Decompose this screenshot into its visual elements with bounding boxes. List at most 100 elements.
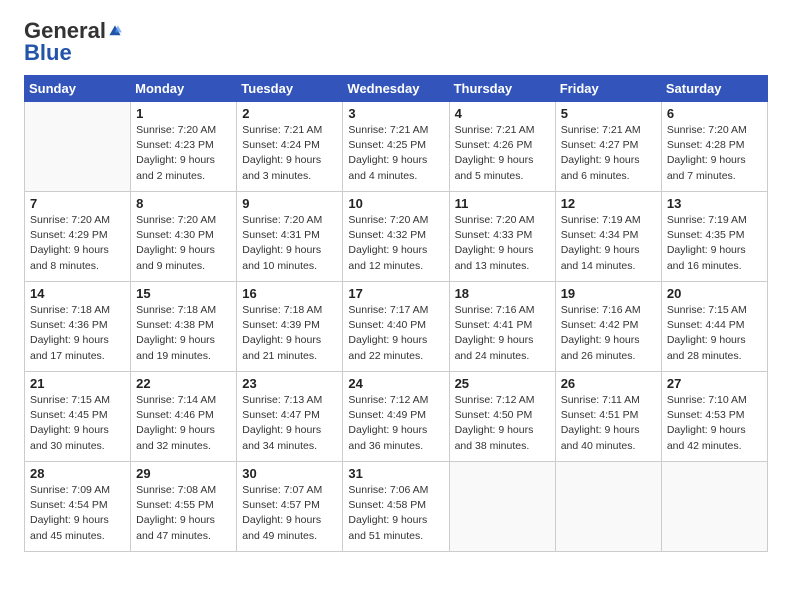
calendar-cell: 10 Sunrise: 7:20 AMSunset: 4:32 PMDayligh… [343, 192, 449, 282]
day-number: 2 [242, 106, 337, 121]
calendar-cell: 22 Sunrise: 7:14 AMSunset: 4:46 PMDayligh… [131, 372, 237, 462]
day-detail: Sunrise: 7:16 AMSunset: 4:41 PMDaylight:… [455, 303, 550, 364]
calendar-cell: 26 Sunrise: 7:11 AMSunset: 4:51 PMDayligh… [555, 372, 661, 462]
day-detail: Sunrise: 7:17 AMSunset: 4:40 PMDaylight:… [348, 303, 443, 364]
day-detail: Sunrise: 7:11 AMSunset: 4:51 PMDaylight:… [561, 393, 656, 454]
day-number: 24 [348, 376, 443, 391]
weekday-header: Thursday [449, 76, 555, 102]
day-detail: Sunrise: 7:20 AMSunset: 4:30 PMDaylight:… [136, 213, 231, 274]
day-number: 4 [455, 106, 550, 121]
calendar-cell [555, 462, 661, 552]
calendar-cell: 31 Sunrise: 7:06 AMSunset: 4:58 PMDayligh… [343, 462, 449, 552]
logo: General Blue [24, 20, 122, 65]
calendar-cell [661, 462, 767, 552]
day-detail: Sunrise: 7:09 AMSunset: 4:54 PMDaylight:… [30, 483, 125, 544]
day-number: 21 [30, 376, 125, 391]
calendar-cell: 14 Sunrise: 7:18 AMSunset: 4:36 PMDayligh… [25, 282, 131, 372]
weekday-header: Monday [131, 76, 237, 102]
calendar-cell: 12 Sunrise: 7:19 AMSunset: 4:34 PMDayligh… [555, 192, 661, 282]
calendar-cell: 30 Sunrise: 7:07 AMSunset: 4:57 PMDayligh… [237, 462, 343, 552]
weekday-header: Friday [555, 76, 661, 102]
day-detail: Sunrise: 7:21 AMSunset: 4:24 PMDaylight:… [242, 123, 337, 184]
calendar-cell: 17 Sunrise: 7:17 AMSunset: 4:40 PMDayligh… [343, 282, 449, 372]
day-number: 1 [136, 106, 231, 121]
day-detail: Sunrise: 7:20 AMSunset: 4:32 PMDaylight:… [348, 213, 443, 274]
day-detail: Sunrise: 7:21 AMSunset: 4:26 PMDaylight:… [455, 123, 550, 184]
day-detail: Sunrise: 7:20 AMSunset: 4:28 PMDaylight:… [667, 123, 762, 184]
calendar-cell: 20 Sunrise: 7:15 AMSunset: 4:44 PMDayligh… [661, 282, 767, 372]
day-detail: Sunrise: 7:18 AMSunset: 4:38 PMDaylight:… [136, 303, 231, 364]
calendar-table: SundayMondayTuesdayWednesdayThursdayFrid… [24, 75, 768, 552]
day-number: 10 [348, 196, 443, 211]
calendar-week-row: 21 Sunrise: 7:15 AMSunset: 4:45 PMDayligh… [25, 372, 768, 462]
day-detail: Sunrise: 7:18 AMSunset: 4:39 PMDaylight:… [242, 303, 337, 364]
calendar-cell: 6 Sunrise: 7:20 AMSunset: 4:28 PMDaylight… [661, 102, 767, 192]
day-detail: Sunrise: 7:10 AMSunset: 4:53 PMDaylight:… [667, 393, 762, 454]
calendar-cell: 28 Sunrise: 7:09 AMSunset: 4:54 PMDayligh… [25, 462, 131, 552]
day-number: 28 [30, 466, 125, 481]
day-detail: Sunrise: 7:20 AMSunset: 4:31 PMDaylight:… [242, 213, 337, 274]
day-number: 8 [136, 196, 231, 211]
day-number: 7 [30, 196, 125, 211]
day-detail: Sunrise: 7:20 AMSunset: 4:29 PMDaylight:… [30, 213, 125, 274]
day-detail: Sunrise: 7:19 AMSunset: 4:35 PMDaylight:… [667, 213, 762, 274]
day-number: 22 [136, 376, 231, 391]
day-detail: Sunrise: 7:12 AMSunset: 4:50 PMDaylight:… [455, 393, 550, 454]
day-number: 27 [667, 376, 762, 391]
day-detail: Sunrise: 7:13 AMSunset: 4:47 PMDaylight:… [242, 393, 337, 454]
day-number: 6 [667, 106, 762, 121]
calendar-cell: 8 Sunrise: 7:20 AMSunset: 4:30 PMDaylight… [131, 192, 237, 282]
calendar-week-row: 7 Sunrise: 7:20 AMSunset: 4:29 PMDaylight… [25, 192, 768, 282]
day-number: 14 [30, 286, 125, 301]
logo-icon [108, 24, 122, 38]
day-number: 30 [242, 466, 337, 481]
page-header: General Blue [24, 20, 768, 65]
calendar-cell: 2 Sunrise: 7:21 AMSunset: 4:24 PMDaylight… [237, 102, 343, 192]
day-number: 15 [136, 286, 231, 301]
day-detail: Sunrise: 7:20 AMSunset: 4:23 PMDaylight:… [136, 123, 231, 184]
calendar-cell: 15 Sunrise: 7:18 AMSunset: 4:38 PMDayligh… [131, 282, 237, 372]
calendar-cell: 18 Sunrise: 7:16 AMSunset: 4:41 PMDayligh… [449, 282, 555, 372]
calendar-cell: 11Sunrise: 7:20 AMSunset: 4:33 PMDayligh… [449, 192, 555, 282]
day-detail: Sunrise: 7:15 AMSunset: 4:44 PMDaylight:… [667, 303, 762, 364]
calendar-cell: 4 Sunrise: 7:21 AMSunset: 4:26 PMDaylight… [449, 102, 555, 192]
day-detail: Sunrise: 7:06 AMSunset: 4:58 PMDaylight:… [348, 483, 443, 544]
calendar-cell: 27 Sunrise: 7:10 AMSunset: 4:53 PMDayligh… [661, 372, 767, 462]
logo-blue-text: Blue [24, 40, 72, 65]
day-number: 16 [242, 286, 337, 301]
day-number: 12 [561, 196, 656, 211]
day-number: 29 [136, 466, 231, 481]
weekday-header: Saturday [661, 76, 767, 102]
calendar-cell: 5Sunrise: 7:21 AMSunset: 4:27 PMDaylight… [555, 102, 661, 192]
calendar-cell: 7 Sunrise: 7:20 AMSunset: 4:29 PMDaylight… [25, 192, 131, 282]
day-number: 17 [348, 286, 443, 301]
day-number: 25 [455, 376, 550, 391]
day-detail: Sunrise: 7:12 AMSunset: 4:49 PMDaylight:… [348, 393, 443, 454]
day-number: 26 [561, 376, 656, 391]
day-detail: Sunrise: 7:18 AMSunset: 4:36 PMDaylight:… [30, 303, 125, 364]
logo-general-text: General [24, 20, 106, 42]
day-detail: Sunrise: 7:21 AMSunset: 4:27 PMDaylight:… [561, 123, 656, 184]
day-number: 13 [667, 196, 762, 211]
calendar-cell: 21 Sunrise: 7:15 AMSunset: 4:45 PMDayligh… [25, 372, 131, 462]
day-number: 18 [455, 286, 550, 301]
weekday-header: Wednesday [343, 76, 449, 102]
calendar-week-row: 14 Sunrise: 7:18 AMSunset: 4:36 PMDayligh… [25, 282, 768, 372]
day-number: 9 [242, 196, 337, 211]
day-detail: Sunrise: 7:16 AMSunset: 4:42 PMDaylight:… [561, 303, 656, 364]
day-number: 11 [455, 196, 550, 211]
calendar-cell: 3Sunrise: 7:21 AMSunset: 4:25 PMDaylight… [343, 102, 449, 192]
calendar-cell: 19Sunrise: 7:16 AMSunset: 4:42 PMDayligh… [555, 282, 661, 372]
calendar-cell: 16 Sunrise: 7:18 AMSunset: 4:39 PMDayligh… [237, 282, 343, 372]
day-detail: Sunrise: 7:19 AMSunset: 4:34 PMDaylight:… [561, 213, 656, 274]
day-detail: Sunrise: 7:15 AMSunset: 4:45 PMDaylight:… [30, 393, 125, 454]
day-detail: Sunrise: 7:14 AMSunset: 4:46 PMDaylight:… [136, 393, 231, 454]
calendar-week-row: 28 Sunrise: 7:09 AMSunset: 4:54 PMDayligh… [25, 462, 768, 552]
day-detail: Sunrise: 7:07 AMSunset: 4:57 PMDaylight:… [242, 483, 337, 544]
calendar-week-row: 1 Sunrise: 7:20 AMSunset: 4:23 PMDaylight… [25, 102, 768, 192]
day-detail: Sunrise: 7:08 AMSunset: 4:55 PMDaylight:… [136, 483, 231, 544]
calendar-cell: 13 Sunrise: 7:19 AMSunset: 4:35 PMDayligh… [661, 192, 767, 282]
calendar-cell: 29 Sunrise: 7:08 AMSunset: 4:55 PMDayligh… [131, 462, 237, 552]
day-number: 20 [667, 286, 762, 301]
day-number: 31 [348, 466, 443, 481]
